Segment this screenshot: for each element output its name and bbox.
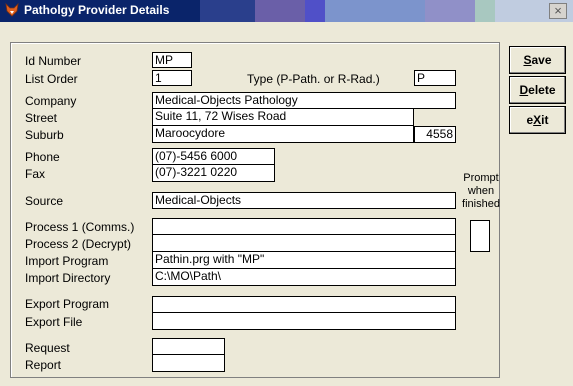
process1-label: Process 1 (Comms.) <box>25 220 135 234</box>
import-program-label: Import Program <box>25 254 109 268</box>
phone-field[interactable]: (07)-5456 6000 <box>152 148 275 165</box>
prompt-label-line2: when <box>467 185 495 197</box>
delete-button-label: elete <box>528 83 556 97</box>
request-field[interactable] <box>152 338 225 355</box>
title-bar-segment <box>255 0 305 22</box>
import-directory-label: Import Directory <box>25 271 111 285</box>
suburb-field[interactable]: Maroocydore <box>152 126 414 143</box>
title-bar[interactable]: Patholgy Provider Details × <box>0 0 573 22</box>
export-file-field[interactable] <box>152 313 456 330</box>
delete-button[interactable]: Delete <box>509 76 566 104</box>
title-bar-segment <box>425 0 475 22</box>
street-field[interactable]: Suite 11, 72 Wises Road <box>152 109 414 126</box>
fax-field[interactable]: (07)-3221 0220 <box>152 165 275 182</box>
prompt-label-line3: finished <box>462 198 500 210</box>
request-label: Request <box>25 341 70 355</box>
window-title: Patholgy Provider Details <box>24 3 170 17</box>
postcode-field[interactable]: 4558 <box>414 126 456 143</box>
export-program-label: Export Program <box>25 297 110 311</box>
save-button-label: ave <box>531 53 552 67</box>
type-field[interactable]: P <box>414 70 456 86</box>
report-label: Report <box>25 358 62 372</box>
report-field[interactable] <box>152 355 225 372</box>
export-program-field[interactable] <box>152 296 456 313</box>
list-order-label: List Order <box>25 72 78 86</box>
id-number-field[interactable]: MP <box>152 52 192 68</box>
street-label: Street <box>25 111 58 125</box>
prompt-when-finished-label: Prompt when finished <box>456 172 506 211</box>
list-order-field[interactable]: 1 <box>152 70 192 86</box>
process2-label: Process 2 (Decrypt) <box>25 237 132 251</box>
exit-button-post: it <box>541 113 549 127</box>
suburb-label: Suburb <box>25 128 64 142</box>
prompt-label-line1: Prompt <box>463 172 499 184</box>
title-bar-segment <box>305 0 325 22</box>
title-bar-segment <box>325 0 425 22</box>
delete-button-accel: D <box>519 83 529 97</box>
company-label: Company <box>25 94 77 108</box>
source-field[interactable]: Medical-Objects <box>152 192 456 209</box>
source-label: Source <box>25 194 64 208</box>
prompt-when-finished-checkbox[interactable] <box>470 220 490 252</box>
import-directory-field[interactable]: C:\MO\Path\ <box>152 269 456 286</box>
fox-icon <box>5 3 19 17</box>
process2-field[interactable] <box>152 235 456 252</box>
title-bar-segment <box>475 0 495 22</box>
save-button[interactable]: Save <box>509 46 566 74</box>
type-label: Type (P-Path. or R-Rad.) <box>247 72 380 86</box>
exit-button-accel: X <box>533 113 542 127</box>
phone-label: Phone <box>25 150 60 164</box>
import-program-field[interactable]: Pathin.prg with "MP" <box>152 252 456 269</box>
process1-field[interactable] <box>152 218 456 235</box>
company-field[interactable]: Medical-Objects Pathology <box>152 92 456 109</box>
title-bar-segment <box>200 0 255 22</box>
exit-button[interactable]: eXit <box>509 106 566 134</box>
export-file-label: Export File <box>25 315 83 329</box>
fax-label: Fax <box>25 167 46 181</box>
close-button[interactable]: × <box>549 3 567 19</box>
id-number-label: Id Number <box>25 54 82 68</box>
